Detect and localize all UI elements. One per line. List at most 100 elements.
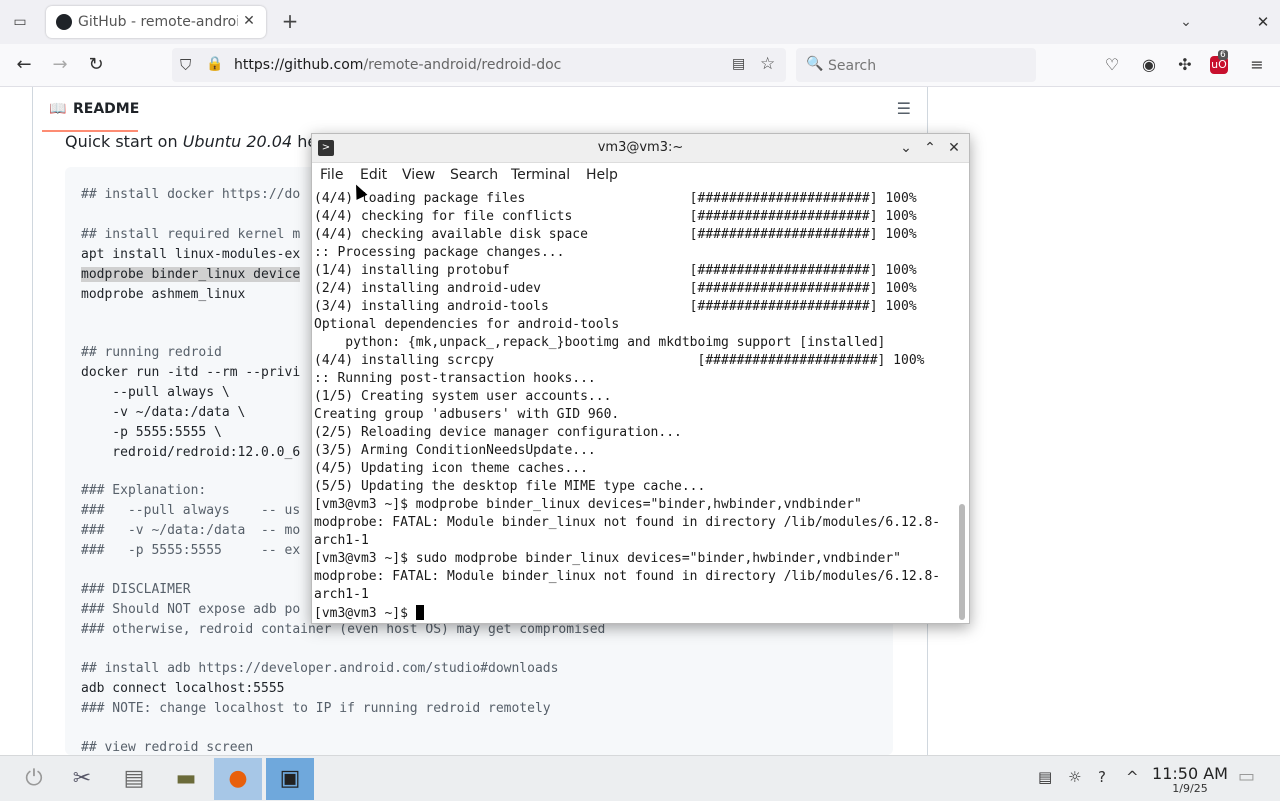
shield-icon[interactable]: ⛉ xyxy=(180,56,191,74)
terminal-line: :: Running post-transaction hooks... xyxy=(314,371,596,386)
code-line: ### NOTE: change localhost to IP if runn… xyxy=(81,701,551,716)
url-host: https://github.com xyxy=(234,57,364,73)
url-text[interactable]: https://github.com/remote-android/redroi… xyxy=(234,57,561,73)
tab-title: GitHub - remote-android xyxy=(78,14,238,30)
terminal-line: (2/5) Reloading device manager configura… xyxy=(314,425,682,440)
code-line: ## install docker https://do xyxy=(81,187,301,202)
outline-icon[interactable]: ☰ xyxy=(897,99,911,118)
book-icon: 📖 xyxy=(49,101,67,117)
github-favicon-icon xyxy=(56,14,72,30)
code-line: ## install required kernel m xyxy=(81,227,301,242)
app-launcher-icon[interactable]: ⏻ xyxy=(10,758,58,800)
code-line: ### -v ~/data:/data -- mo xyxy=(81,523,301,538)
readme-header: 📖 README ☰ xyxy=(33,87,927,131)
menu-file[interactable]: File xyxy=(320,167,343,183)
menu-help[interactable]: Help xyxy=(586,167,618,183)
brightness-icon[interactable]: ☼ xyxy=(1068,768,1081,786)
code-line: redroid/redroid:12.0.0_6 xyxy=(81,445,301,460)
code-line: ### otherwise, redroid container (even h… xyxy=(81,622,606,637)
taskbar: ⏻ ✂ ▤ ▬ ● ▣ ▤ ☼ ? ^ 11:50 AM 1/9/25 ▭ xyxy=(0,755,1280,801)
terminal-title: vm3@vm3:~ xyxy=(597,140,684,155)
clipboard-icon[interactable]: ▤ xyxy=(1038,768,1052,786)
code-line: ### Explanation: xyxy=(81,483,207,498)
terminal-line: Optional dependencies for android-tools xyxy=(314,317,620,332)
code-line: ### -p 5555:5555 -- ex xyxy=(81,543,301,558)
code-line: apt install linux-modules-ex xyxy=(81,247,301,262)
terminal-line: (4/4) checking for file conflicts [#####… xyxy=(314,209,917,224)
terminal-taskbar-icon[interactable]: ▣ xyxy=(266,758,314,800)
code-line: -p 5555:5555 \ xyxy=(81,425,222,440)
text-editor-icon[interactable]: ▤ xyxy=(110,758,158,800)
terminal-line: (2/4) installing android-udev [#########… xyxy=(314,281,917,296)
chevron-up-icon[interactable]: ^ xyxy=(1126,768,1139,786)
terminal-line: :: Processing package changes... xyxy=(314,245,565,260)
terminal-line: (3/5) Arming ConditionNeedsUpdate... xyxy=(314,443,596,458)
terminal-prompt-line[interactable]: [vm3@vm3 ~]$ xyxy=(314,605,424,621)
lock-icon[interactable]: 🔒 xyxy=(206,56,223,72)
terminal-prompt: [vm3@vm3 ~]$ xyxy=(314,606,416,621)
tab-github[interactable]: GitHub - remote-android ✕ xyxy=(46,6,266,38)
maximize-icon[interactable]: ⌃ xyxy=(920,138,940,158)
menu-terminal[interactable]: Terminal xyxy=(511,167,570,183)
new-tab-button[interactable]: + xyxy=(280,11,300,31)
back-button[interactable]: ← xyxy=(12,54,36,76)
help-icon[interactable]: ? xyxy=(1098,768,1106,786)
quickstart-os: Ubuntu 20.04 xyxy=(182,132,293,151)
window-close-icon[interactable]: ✕ xyxy=(1254,12,1272,32)
url-path: /remote-android/redroid-doc xyxy=(363,57,562,73)
code-line: -v ~/data:/data \ xyxy=(81,405,246,420)
reader-view-icon[interactable]: ▤ xyxy=(732,56,745,72)
ublock-badge: 6 xyxy=(1218,50,1228,60)
terminal-line: arch1-1 xyxy=(314,533,369,548)
code-line: ## install adb https://developer.android… xyxy=(81,661,559,676)
file-manager-icon[interactable]: ▬ xyxy=(162,758,210,800)
account-icon[interactable]: ◉ xyxy=(1138,54,1160,76)
clock-date[interactable]: 1/9/25 xyxy=(1152,782,1228,795)
chevron-down-icon[interactable]: ⌄ xyxy=(1176,12,1196,32)
menu-view[interactable]: View xyxy=(402,167,435,183)
menu-search[interactable]: Search xyxy=(450,167,498,183)
terminal-window[interactable]: > vm3@vm3:~ ⌄ ⌃ ✕ File Edit View Search … xyxy=(311,133,970,624)
search-bar[interactable]: 🔍 xyxy=(796,48,1036,82)
divider xyxy=(32,87,33,755)
code-line: ### --pull always -- us xyxy=(81,503,301,518)
search-input[interactable] xyxy=(826,55,1020,77)
readme-label[interactable]: README xyxy=(73,101,139,117)
settings-tools-icon[interactable]: ✂ xyxy=(58,758,106,800)
code-line: modprobe binder_linux device xyxy=(81,267,301,282)
close-icon[interactable]: ✕ xyxy=(944,138,964,158)
reload-button[interactable]: ↻ xyxy=(84,54,108,76)
terminal-scrollbar[interactable] xyxy=(959,504,965,620)
terminal-output[interactable]: (4/4) loading package files [###########… xyxy=(312,189,957,623)
tab-list-icon[interactable]: ▭ xyxy=(10,12,30,32)
terminal-line: (4/4) checking available disk space [###… xyxy=(314,227,917,242)
nav-toolbar: ← → ↻ ⛉ 🔒 https://github.com/remote-andr… xyxy=(0,44,1280,87)
terminal-line: (1/4) installing protobuf [#############… xyxy=(314,263,917,278)
menu-edit[interactable]: Edit xyxy=(360,167,387,183)
extensions-icon[interactable]: ✣ xyxy=(1174,54,1196,76)
clock-time[interactable]: 11:50 AM xyxy=(1152,764,1228,783)
terminal-line: modprobe: FATAL: Module binder_linux not… xyxy=(314,515,941,530)
forward-button[interactable]: → xyxy=(48,54,72,76)
terminal-line: Creating group 'adbusers' with GID 960. xyxy=(314,407,620,422)
tab-close-icon[interactable]: ✕ xyxy=(240,12,258,30)
menu-icon[interactable]: ≡ xyxy=(1246,54,1268,76)
terminal-line: [vm3@vm3 ~]$ sudo modprobe binder_linux … xyxy=(314,551,901,566)
firefox-icon[interactable]: ● xyxy=(214,758,262,800)
terminal-line: [vm3@vm3 ~]$ modprobe binder_linux devic… xyxy=(314,497,862,512)
code-line: --pull always \ xyxy=(81,385,230,400)
url-bar[interactable]: ⛉ 🔒 https://github.com/remote-android/re… xyxy=(172,48,786,82)
tab-strip: ▭ GitHub - remote-android ✕ + ⌄ ✕ xyxy=(0,0,1280,44)
terminal-line: (5/5) Updating the desktop file MIME typ… xyxy=(314,479,706,494)
quickstart-text: Quick start on Ubuntu 20.04 here xyxy=(65,132,333,151)
bookmark-star-icon[interactable]: ☆ xyxy=(760,54,775,74)
terminal-menubar: File Edit View Search Terminal Help xyxy=(312,163,969,189)
minimize-icon[interactable]: ⌄ xyxy=(896,138,916,158)
pocket-icon[interactable]: ♡ xyxy=(1101,54,1123,76)
terminal-titlebar[interactable]: > vm3@vm3:~ ⌄ ⌃ ✕ xyxy=(312,134,969,163)
terminal-line: (4/4) loading package files [###########… xyxy=(314,191,917,206)
show-desktop-icon[interactable]: ▭ xyxy=(1238,766,1255,787)
code-line: ## running redroid xyxy=(81,345,222,360)
search-engine-icon[interactable]: 🔍 xyxy=(806,56,823,72)
terminal-line: (4/5) Updating icon theme caches... xyxy=(314,461,588,476)
